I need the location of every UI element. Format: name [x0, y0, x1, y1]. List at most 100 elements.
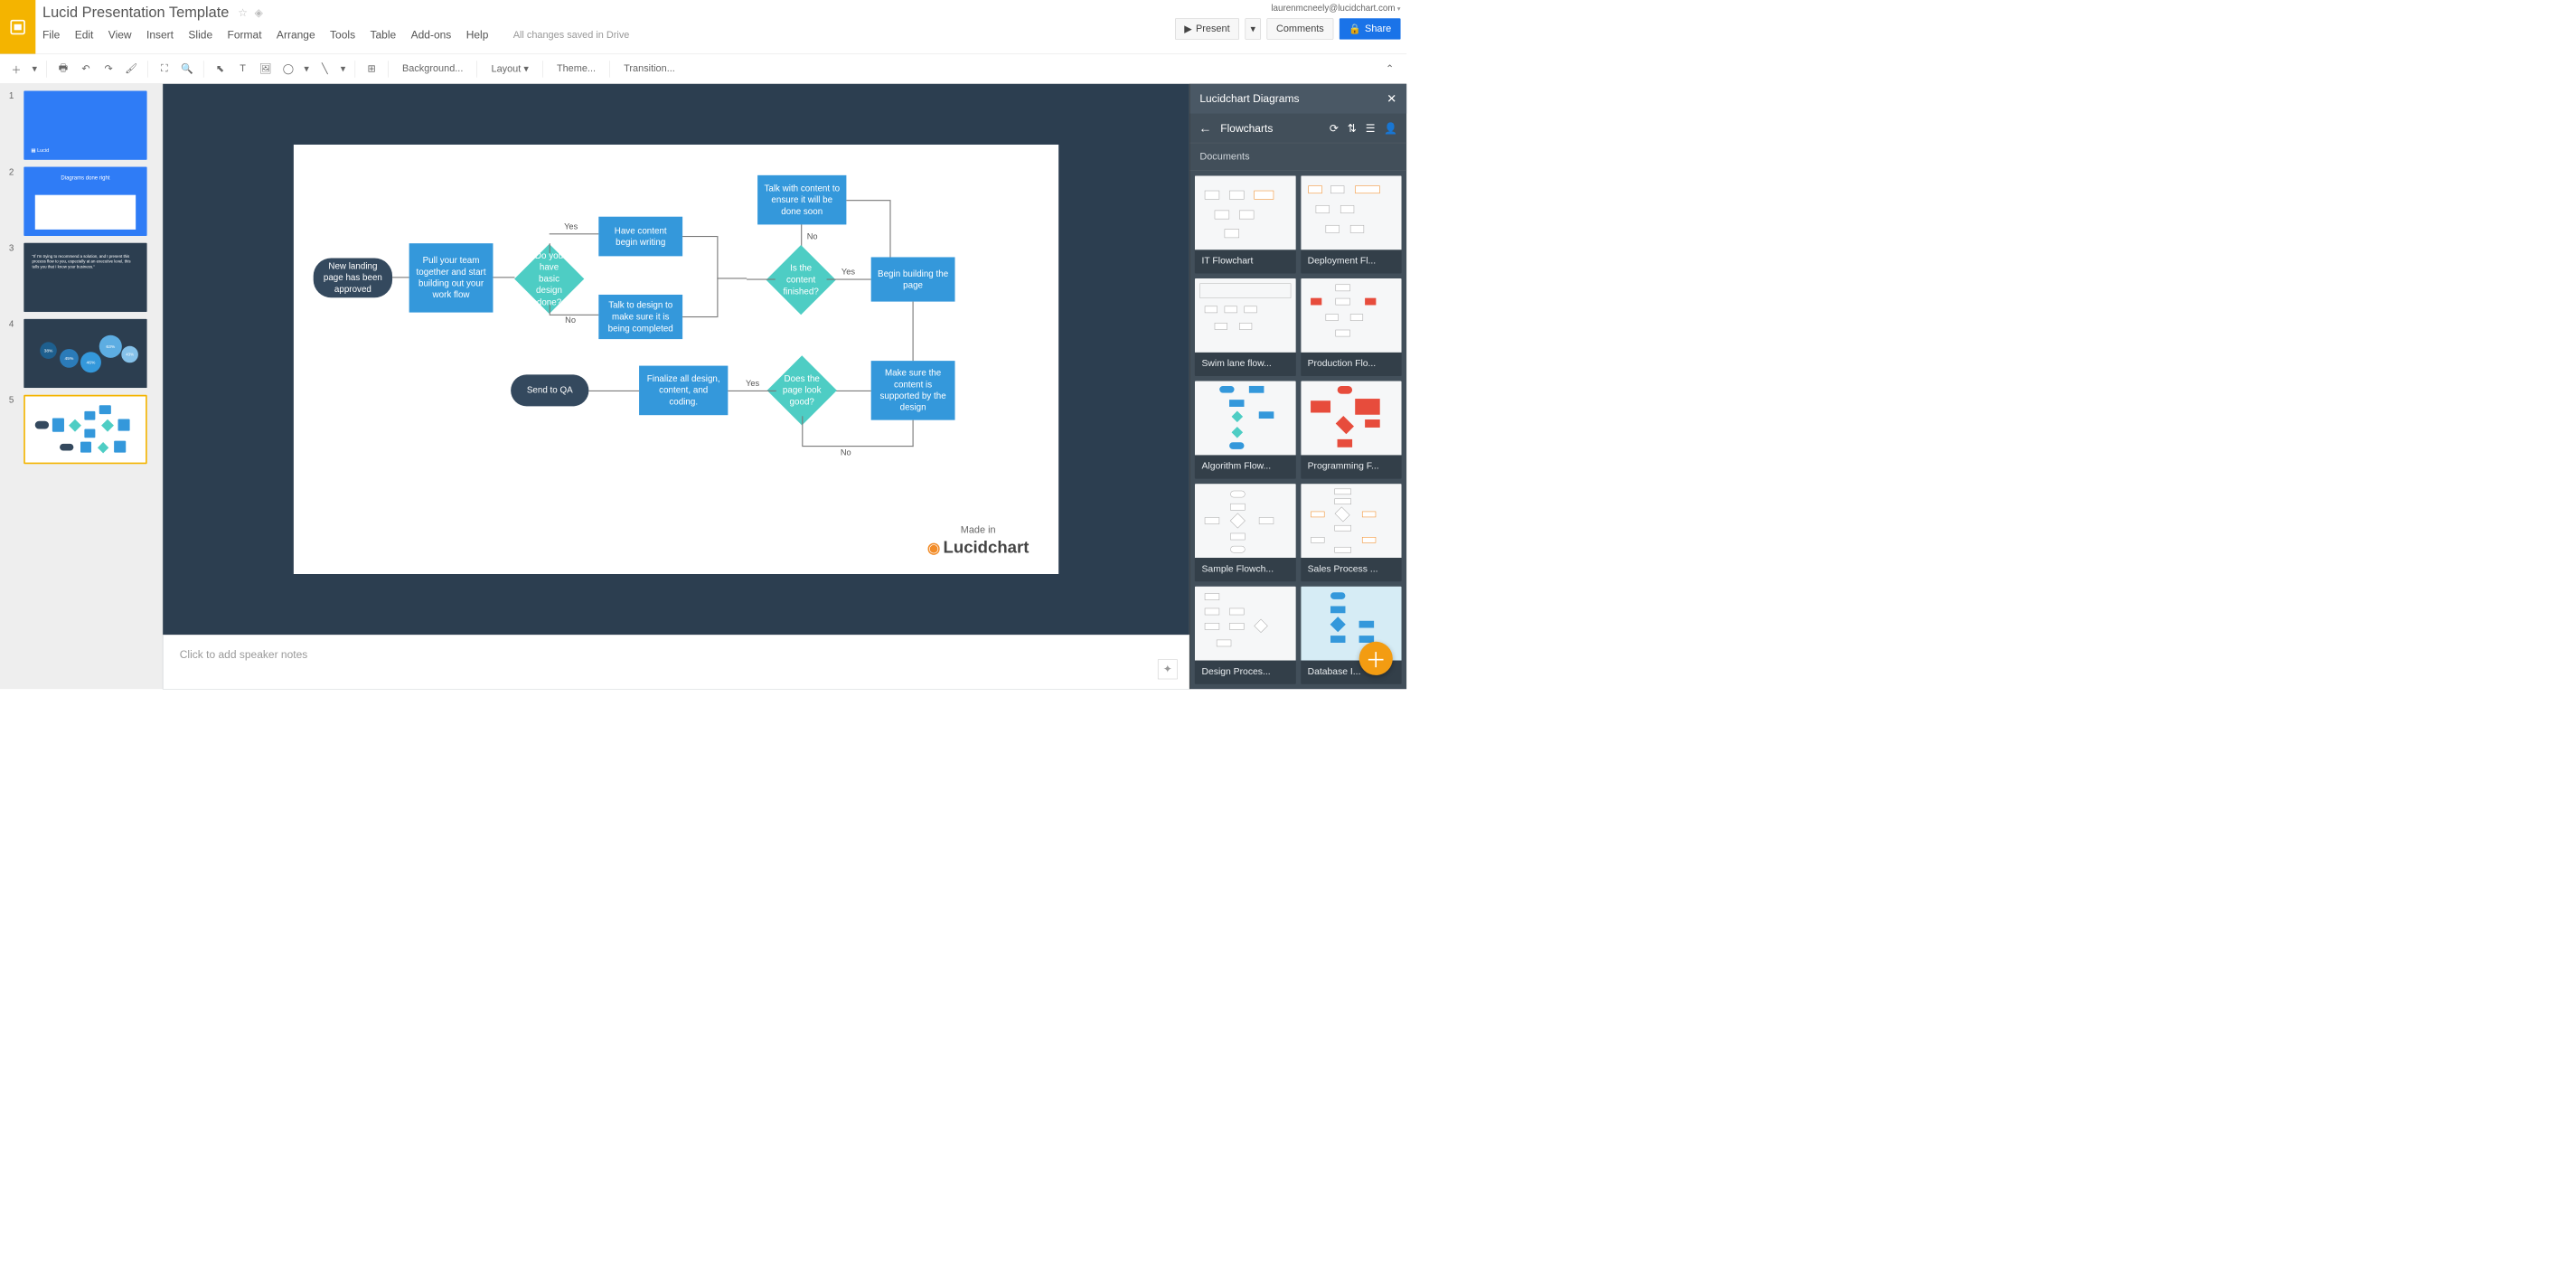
slide-thumb-3[interactable]: "If I'm trying to recommend a solution, …: [24, 243, 147, 312]
slide-number: 1: [9, 90, 19, 159]
present-dropdown[interactable]: ▾: [1246, 18, 1261, 39]
menu-addons[interactable]: Add-ons: [411, 29, 452, 42]
flow-label-yes: Yes: [564, 221, 578, 231]
speaker-notes[interactable]: Click to add speaker notes ✦: [163, 635, 1189, 689]
comments-button[interactable]: Comments: [1267, 18, 1334, 39]
play-icon: ▶: [1184, 23, 1191, 35]
undo-icon[interactable]: ↶: [77, 60, 96, 79]
drive-icon[interactable]: ◈: [255, 6, 263, 19]
transition-button[interactable]: Transition...: [617, 63, 682, 75]
flow-label-yes: Yes: [746, 379, 759, 389]
slide-number: 2: [9, 167, 19, 236]
flow-dec-content: Is the content finished?: [766, 245, 836, 315]
doc-card[interactable]: Sample Flowch...: [1195, 484, 1296, 581]
panel-title: Lucidchart Diagrams: [1199, 92, 1299, 105]
list-icon[interactable]: ☰: [1366, 122, 1376, 135]
new-slide-button[interactable]: ＋: [7, 60, 26, 79]
flow-start: New landing page has been approved: [314, 259, 392, 298]
lucidchart-icon: ◉: [927, 540, 940, 556]
doc-title[interactable]: Lucid Presentation Template: [42, 5, 229, 22]
background-button[interactable]: Background...: [395, 63, 470, 75]
line-dropdown[interactable]: ▾: [338, 60, 348, 79]
flow-label-no: No: [841, 447, 851, 457]
image-icon[interactable]: 🖼: [256, 60, 275, 79]
paint-format-icon[interactable]: 🖌: [122, 60, 141, 79]
slide-number: 3: [9, 243, 19, 312]
menu-help[interactable]: Help: [466, 29, 489, 42]
filmstrip: 1 ▦ Lucid 2 Diagrams done right 3 "If I'…: [0, 84, 163, 689]
print-icon[interactable]: 🖶: [54, 60, 73, 79]
account-icon[interactable]: 👤: [1384, 122, 1397, 135]
flow-pull: Pull your team together and start buildi…: [409, 243, 494, 312]
present-button[interactable]: ▶Present: [1175, 18, 1239, 39]
slide-thumb-2[interactable]: Diagrams done right: [24, 167, 147, 236]
menu-arrange[interactable]: Arrange: [277, 29, 315, 42]
flow-finalize: Finalize all design, content, and coding…: [639, 366, 728, 416]
back-icon[interactable]: ←: [1199, 120, 1211, 136]
refresh-icon[interactable]: ⟳: [1330, 122, 1339, 135]
flow-build: Begin building the page: [871, 257, 955, 301]
slide-number: 5: [9, 395, 19, 464]
lucidchart-panel: Lucidchart Diagrams ✕ ← Flowcharts ⟳ ⇅ ☰…: [1189, 84, 1406, 689]
doc-card[interactable]: Production Flo...: [1301, 278, 1402, 376]
doc-card[interactable]: Sales Process ...: [1301, 484, 1402, 581]
flow-dec-looks: Does the page look good?: [767, 355, 837, 425]
theme-button[interactable]: Theme...: [550, 63, 602, 75]
flow-label-no: No: [807, 231, 818, 241]
menu-table[interactable]: Table: [370, 29, 396, 42]
panel-section-label: Documents: [1189, 143, 1406, 171]
toolbar: ＋ ▾ 🖶 ↶ ↷ 🖌 ⛶ 🔍 ⬉ T 🖼 ◯ ▾ ╲ ▾ ⊞ Backgrou…: [0, 54, 1406, 84]
flow-qa: Send to QA: [511, 374, 588, 406]
doc-card[interactable]: Design Proces...: [1195, 587, 1296, 684]
menu-format[interactable]: Format: [228, 29, 262, 42]
breadcrumb[interactable]: Flowcharts: [1220, 122, 1321, 135]
share-icon: 🔒: [1349, 23, 1361, 35]
doc-card[interactable]: Programming F...: [1301, 381, 1402, 479]
doc-card[interactable]: Swim lane flow...: [1195, 278, 1296, 376]
account-email[interactable]: laurenmcneely@lucidchart.com: [1271, 3, 1400, 13]
slide-canvas[interactable]: New landing page has been approved Pull …: [294, 145, 1058, 574]
line-icon[interactable]: ╲: [315, 60, 334, 79]
new-slide-dropdown[interactable]: ▾: [30, 60, 40, 79]
zoom-icon[interactable]: 🔍: [178, 60, 197, 79]
shape-dropdown[interactable]: ▾: [302, 60, 312, 79]
share-button[interactable]: 🔒Share: [1340, 18, 1401, 39]
doc-card[interactable]: IT Flowchart: [1195, 175, 1296, 273]
panel-doc-grid: IT Flowchart Deployment Fl... Swim lane …: [1189, 171, 1406, 689]
shape-icon[interactable]: ◯: [278, 60, 297, 79]
layout-button[interactable]: Layout ▾: [484, 62, 536, 75]
menu-insert[interactable]: Insert: [146, 29, 174, 42]
collapse-toolbar-icon[interactable]: ⌃: [1380, 62, 1400, 75]
redo-icon[interactable]: ↷: [99, 60, 118, 79]
textbox-icon[interactable]: T: [233, 60, 252, 79]
flow-talk-content: Talk with content to ensure it will be d…: [757, 175, 846, 225]
explore-button[interactable]: ✦: [1158, 659, 1178, 679]
menu-file[interactable]: File: [42, 29, 60, 42]
zoom-fit-icon[interactable]: ⛶: [155, 60, 174, 79]
fab-add-button[interactable]: ＋: [1359, 642, 1393, 675]
slides-logo[interactable]: [0, 0, 35, 54]
made-in-badge: Made in ◉Lucidchart: [927, 524, 1029, 557]
doc-card[interactable]: Algorithm Flow...: [1195, 381, 1296, 479]
menu-slide[interactable]: Slide: [188, 29, 212, 42]
sort-icon[interactable]: ⇅: [1348, 122, 1357, 135]
select-icon[interactable]: ⬉: [211, 60, 230, 79]
slide-thumb-5[interactable]: [24, 395, 147, 464]
doc-card[interactable]: Deployment Fl...: [1301, 175, 1402, 273]
flow-label-yes: Yes: [841, 267, 855, 277]
menu-edit[interactable]: Edit: [75, 29, 94, 42]
close-icon[interactable]: ✕: [1387, 91, 1396, 106]
flow-content-write: Have content begin writing: [598, 217, 682, 257]
flow-talk-design: Talk to design to make sure it is being …: [598, 295, 682, 339]
save-status: All changes saved in Drive: [513, 29, 630, 41]
menu-view[interactable]: View: [108, 29, 132, 42]
flow-label-no: No: [565, 316, 576, 325]
slide-thumb-4[interactable]: 38% 45% 46% 63% 43%: [24, 319, 147, 388]
slide-number: 4: [9, 319, 19, 388]
star-icon[interactable]: ☆: [238, 6, 248, 19]
flow-dec-design: Do you have basic design done?: [514, 244, 584, 314]
slide-thumb-1[interactable]: ▦ Lucid: [24, 90, 147, 159]
menu-tools[interactable]: Tools: [330, 29, 355, 42]
flow-support: Make sure the content is supported by th…: [871, 361, 955, 420]
comment-icon[interactable]: ⊞: [362, 60, 381, 79]
